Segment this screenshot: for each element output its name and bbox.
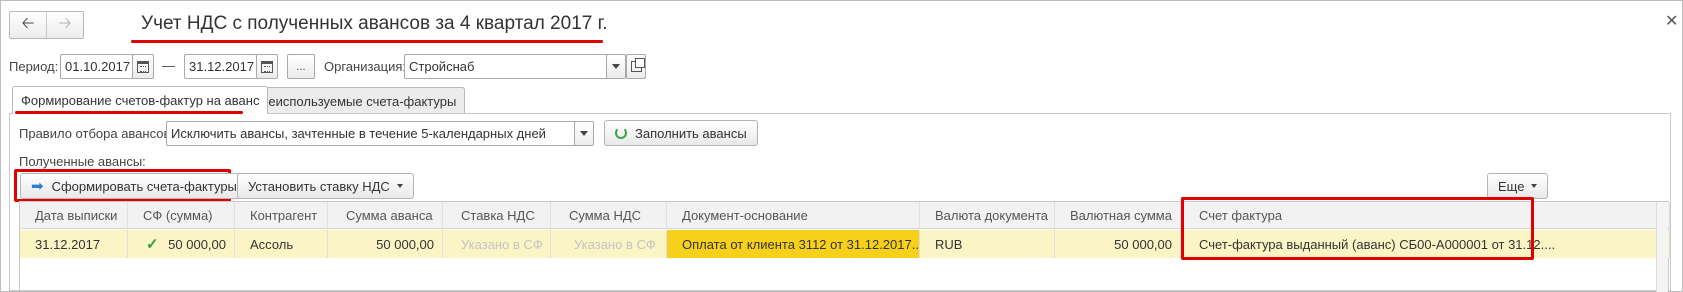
column-header[interactable]: Дата выписки: [20, 202, 128, 228]
chevron-down-icon: [580, 131, 588, 136]
calendar-icon: [137, 60, 149, 73]
fill-advances-label: Заполнить авансы: [635, 125, 747, 141]
column-header[interactable]: Валютная сумма: [1055, 202, 1181, 228]
check-icon: ✓: [146, 236, 159, 253]
chevron-down-icon: [612, 64, 620, 69]
rule-dropdown-button[interactable]: [574, 121, 594, 146]
cell-contractor[interactable]: Ассоль: [235, 230, 328, 258]
organization-label: Организация:: [324, 59, 407, 74]
column-header[interactable]: Контрагент: [235, 202, 328, 228]
set-vat-rate-label: Установить ставку НДС: [248, 178, 390, 194]
cell-sf-amount[interactable]: ✓ 50 000,00: [128, 230, 235, 258]
form-invoices-label: Сформировать счета-фактуры: [51, 178, 237, 194]
nav-group: 🡠 🡢: [9, 11, 84, 39]
advances-label: Полученные авансы:: [19, 154, 146, 169]
invoice-column-highlight: [1181, 197, 1534, 260]
form-invoices-button[interactable]: ➡ Сформировать счета-фактуры: [20, 173, 248, 199]
tab-form-invoices[interactable]: Формирование счетов-фактур на аванс: [12, 86, 269, 114]
chevron-down-icon: [396, 184, 403, 188]
set-vat-rate-button[interactable]: Установить ставку НДС: [237, 173, 414, 199]
cell-vat-rate[interactable]: Указано в СФ: [443, 230, 551, 258]
refresh-icon: [615, 127, 627, 139]
cell-currency-amount[interactable]: 50 000,00: [1055, 230, 1181, 258]
rule-select[interactable]: Исключить авансы, зачтенные в течение 5-…: [166, 121, 576, 146]
period-label: Период:: [9, 59, 59, 74]
chevron-down-icon: [1531, 184, 1538, 188]
organization-field[interactable]: Стройснаб: [404, 54, 608, 79]
organization-open-button[interactable]: [626, 54, 646, 79]
cell-date[interactable]: 31.12.2017: [20, 230, 128, 258]
rule-label: Правило отбора авансов:: [19, 126, 174, 141]
organization-dropdown-button[interactable]: [606, 54, 626, 79]
page-title: Учет НДС с полученных авансов за 4 кварт…: [141, 13, 608, 34]
column-header[interactable]: Сумма аванса: [328, 202, 443, 228]
cell-currency[interactable]: RUB: [920, 230, 1055, 258]
column-header[interactable]: Ставка НДС: [443, 202, 551, 228]
close-icon[interactable]: ✕: [1665, 11, 1678, 31]
date-to-field[interactable]: 31.12.2017: [184, 54, 257, 79]
column-header[interactable]: Документ-основание: [667, 202, 920, 228]
cell-vat-amount[interactable]: Указано в СФ: [551, 230, 667, 258]
arrow-right-icon: 🡢: [58, 14, 72, 32]
title-highlight: [131, 40, 603, 43]
column-header[interactable]: Сумма НДС: [551, 202, 667, 228]
calendar-icon: [261, 60, 273, 73]
tab-unused-invoices[interactable]: Неиспользуемые счета-фактуры: [250, 87, 466, 114]
period-dash: —: [162, 58, 175, 73]
date-to-calendar-button[interactable]: [256, 54, 278, 79]
period-select-button[interactable]: ...: [287, 54, 315, 79]
more-label: Еще: [1498, 178, 1525, 194]
cell-base-document[interactable]: Оплата от клиента 3112 от 31.12.2017...: [667, 230, 920, 258]
arrow-right-icon: ➡: [31, 178, 44, 195]
fill-advances-button[interactable]: Заполнить авансы: [604, 120, 758, 146]
column-header[interactable]: СФ (сумма): [128, 202, 235, 228]
tab-highlight: [15, 111, 243, 114]
cell-advance-amount[interactable]: 50 000,00: [328, 230, 443, 258]
window: 🡠 🡢 Учет НДС с полученных авансов за 4 к…: [0, 0, 1683, 292]
back-button[interactable]: 🡠: [10, 12, 46, 38]
arrow-left-icon: 🡠: [21, 14, 35, 32]
forward-button[interactable]: 🡢: [46, 12, 83, 38]
open-form-icon: [630, 58, 645, 72]
more-button[interactable]: Еще: [1487, 173, 1549, 199]
column-header[interactable]: Валюта документа: [920, 202, 1055, 228]
table-scrollbar[interactable]: [1656, 202, 1668, 292]
date-from-field[interactable]: 01.10.2017: [60, 54, 133, 79]
cell-sf-amount-value: 50 000,00: [168, 236, 226, 252]
date-from-calendar-button[interactable]: [132, 54, 154, 79]
